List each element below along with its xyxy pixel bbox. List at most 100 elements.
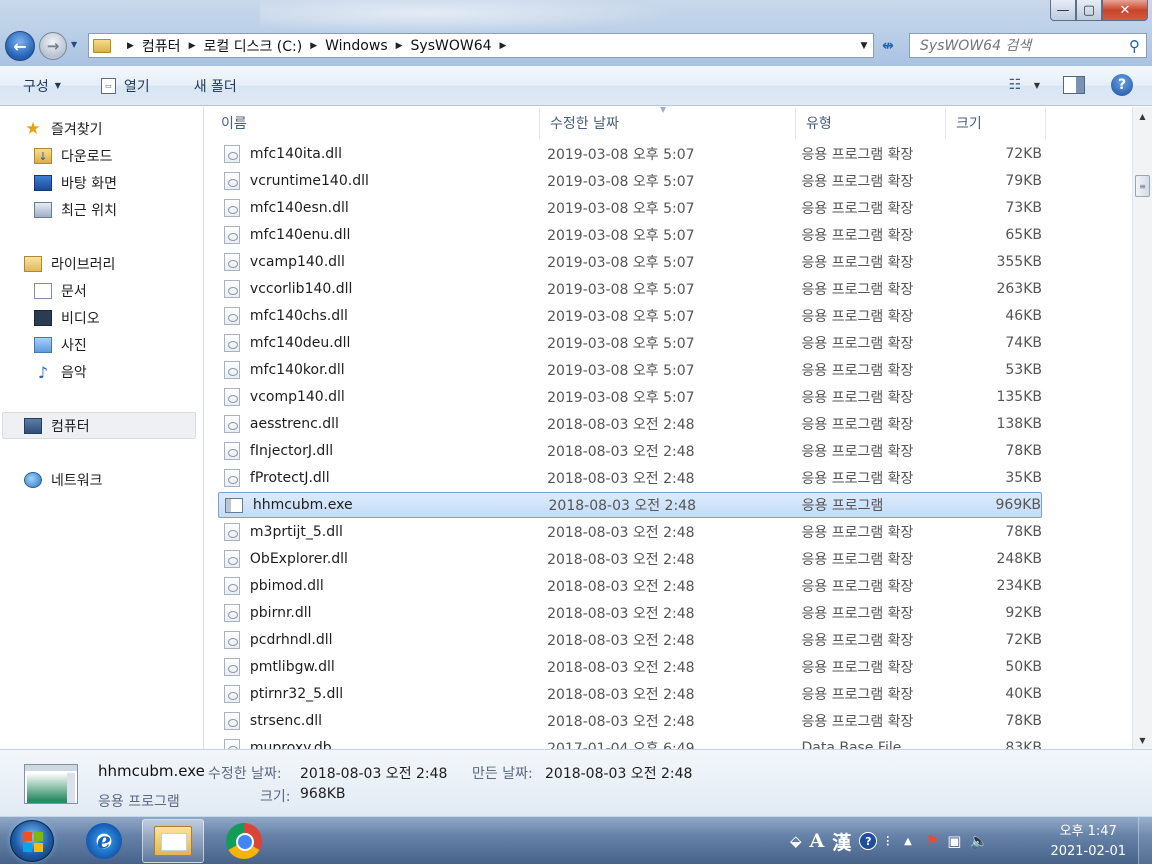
open-button[interactable]: ▭ 열기 [91, 73, 160, 99]
file-row[interactable]: vcamp140.dll 2019-03-08 오후 5:07 응용 프로그램 확장… [218, 249, 1042, 275]
hanja-icon[interactable]: 漢 [832, 828, 851, 855]
file-date: 2018-08-03 오전 2:48 [548, 498, 696, 514]
file-row[interactable]: mfc140ita.dll 2019-03-08 오후 5:07 응용 프로그램 확… [218, 141, 1042, 167]
file-row[interactable]: pmtlibgw.dll 2018-08-03 오전 2:48 응용 프로그램 확장… [218, 654, 1042, 680]
search-icon[interactable]: ⚲ [1129, 37, 1140, 55]
minimize-button[interactable]: — [1050, 0, 1076, 21]
file-row[interactable]: fProtectJ.dll 2018-08-03 오전 2:48 응용 프로그램 확… [218, 465, 1042, 491]
nav-computer[interactable]: 컴퓨터 [2, 412, 196, 439]
scroll-up-button[interactable]: ▲ [1133, 107, 1152, 125]
nav-pictures[interactable]: 사진 [34, 333, 87, 357]
refresh-icon[interactable]: ↮ [876, 34, 900, 57]
address-bar[interactable]: ▶ 컴퓨터 ▶ 로컬 디스크 (C:) ▶ Windows ▶ SysWOW64… [88, 33, 874, 58]
clock[interactable]: 오후 1:47 2021-02-01 [1050, 822, 1126, 862]
volume-icon[interactable]: 🔈 [969, 832, 988, 850]
ime-options-icon[interactable]: ⁝ [885, 832, 890, 850]
application-icon [225, 497, 243, 513]
file-type: 응용 프로그램 확장 [801, 660, 914, 676]
show-hidden-icons-button[interactable]: ▲ [904, 836, 912, 847]
preview-pane-icon[interactable] [1063, 76, 1085, 94]
maximize-button[interactable]: ▢ [1076, 0, 1102, 21]
breadcrumb-computer[interactable]: 컴퓨터 [142, 36, 181, 56]
ime-help-icon[interactable]: ? [859, 832, 878, 850]
dll-file-icon [224, 442, 240, 460]
nav-libraries[interactable]: 라이브러리 [24, 252, 115, 276]
file-row[interactable]: ptirnr32_5.dll 2018-08-03 오전 2:48 응용 프로그램 … [218, 681, 1042, 707]
file-row[interactable]: pbimod.dll 2018-08-03 오전 2:48 응용 프로그램 확장 23… [218, 573, 1042, 599]
breadcrumb-separator[interactable]: ▶ [127, 41, 134, 51]
network-status-icon[interactable]: ▣ [947, 832, 961, 850]
nav-recent-places[interactable]: 최근 위치 [34, 198, 117, 222]
help-icon[interactable]: ? [1111, 74, 1133, 96]
language-bar-icon[interactable]: ⬙ [790, 832, 802, 850]
column-header-date[interactable]: ▼ 수정한 날짜 [540, 107, 796, 139]
input-mode-icon[interactable]: A [810, 830, 825, 852]
address-dropdown-icon[interactable]: ▼ [855, 41, 873, 51]
column-header-name[interactable]: 이름 [205, 107, 540, 139]
vertical-scrollbar[interactable]: ▲ ≡ ▼ [1132, 107, 1152, 749]
file-row[interactable]: hhmcubm.exe 2018-08-03 오전 2:48 응용 프로그램 969K… [218, 492, 1042, 518]
organize-button[interactable]: 구성 ▼ [13, 73, 71, 99]
taskbar-internet-explorer[interactable]: e [73, 819, 135, 863]
view-dropdown-icon[interactable]: ▼ [1027, 81, 1047, 90]
open-icon: ▭ [100, 77, 116, 94]
scroll-down-button[interactable]: ▼ [1133, 731, 1152, 749]
breadcrumb-separator[interactable]: ▶ [500, 41, 507, 51]
new-folder-button[interactable]: 새 폴더 [184, 73, 247, 99]
file-type: 응용 프로그램 확장 [801, 417, 914, 433]
breadcrumb-windows[interactable]: Windows [325, 38, 388, 54]
scroll-thumb[interactable]: ≡ [1135, 175, 1150, 197]
taskbar: e ⬙ A 漢 ? ⁝ ▲ ⚑ ▣ 🔈 오후 1:47 2021-02-01 [0, 816, 1152, 864]
breadcrumb-separator[interactable]: ▶ [310, 41, 317, 51]
file-row[interactable]: aesstrenc.dll 2018-08-03 오전 2:48 응용 프로그램 확… [218, 411, 1042, 437]
file-date: 2019-03-08 오후 5:07 [547, 363, 695, 379]
file-row[interactable]: ObExplorer.dll 2018-08-03 오전 2:48 응용 프로그램 … [218, 546, 1042, 572]
nav-favorites[interactable]: ★ 즐겨찾기 [24, 117, 102, 141]
file-row[interactable]: mfc140chs.dll 2019-03-08 오후 5:07 응용 프로그램 확… [218, 303, 1042, 329]
start-button[interactable] [10, 820, 54, 862]
file-row[interactable]: fInjectorJ.dll 2018-08-03 오전 2:48 응용 프로그램 … [218, 438, 1042, 464]
view-options-icon[interactable]: ☷ [1003, 73, 1027, 97]
details-modified-label: 수정한 날짜: [208, 766, 282, 782]
file-row[interactable]: m3prtijt_5.dll 2018-08-03 오전 2:48 응용 프로그램 … [218, 519, 1042, 545]
file-row[interactable]: mfc140esn.dll 2019-03-08 오후 5:07 응용 프로그램 확… [218, 195, 1042, 221]
breadcrumb-separator[interactable]: ▶ [189, 41, 196, 51]
column-header-size[interactable]: 크기 [946, 107, 1046, 139]
forward-button[interactable]: → [39, 32, 67, 60]
taskbar-windows-explorer[interactable] [142, 819, 204, 863]
dll-file-icon [224, 415, 240, 433]
file-date: 2019-03-08 오후 5:07 [547, 201, 695, 217]
file-row[interactable]: mfc140kor.dll 2019-03-08 오후 5:07 응용 프로그램 확… [218, 357, 1042, 383]
file-row[interactable]: mfc140enu.dll 2019-03-08 오후 5:07 응용 프로그램 확… [218, 222, 1042, 248]
back-button[interactable]: ← [5, 31, 35, 61]
close-button[interactable]: ✕ [1102, 0, 1148, 21]
breadcrumb-separator[interactable]: ▶ [396, 41, 403, 51]
breadcrumb-local-disk[interactable]: 로컬 디스크 (C:) [203, 36, 302, 56]
file-name: mfc140deu.dll [249, 335, 351, 351]
nav-documents[interactable]: 문서 [34, 279, 87, 303]
nav-network[interactable]: 네트워크 [24, 468, 103, 492]
file-row[interactable]: pcdrhndl.dll 2018-08-03 오전 2:48 응용 프로그램 확장… [218, 627, 1042, 653]
file-row[interactable]: strsenc.dll 2018-08-03 오전 2:48 응용 프로그램 확장 7… [218, 708, 1042, 734]
taskbar-chrome[interactable] [213, 819, 275, 863]
column-header-type[interactable]: 유형 [796, 107, 946, 139]
nav-music[interactable]: ♪ 음악 [34, 360, 87, 384]
action-center-flag-icon[interactable]: ⚑ [926, 832, 939, 850]
nav-videos[interactable]: 비디오 [34, 306, 100, 330]
breadcrumb-syswow64[interactable]: SysWOW64 [411, 38, 492, 54]
file-row[interactable]: vccorlib140.dll 2019-03-08 오후 5:07 응용 프로그램… [218, 276, 1042, 302]
nav-downloads[interactable]: ↓ 다운로드 [34, 144, 113, 168]
file-name: mfc140esn.dll [249, 200, 349, 216]
search-box[interactable]: ⚲ [909, 33, 1147, 58]
file-row[interactable]: muproxy.db 2017-01-04 오후 6:49 Data Base Fi… [218, 735, 1042, 749]
file-row[interactable]: vcomp140.dll 2019-03-08 오후 5:07 응용 프로그램 확장… [218, 384, 1042, 410]
nav-desktop[interactable]: 바탕 화면 [34, 171, 117, 195]
file-size: 79KB [1005, 173, 1042, 189]
show-desktop-button[interactable] [1138, 817, 1152, 864]
file-row[interactable]: pbirnr.dll 2018-08-03 오전 2:48 응용 프로그램 확장 92… [218, 600, 1042, 626]
search-input[interactable] [920, 37, 1110, 54]
file-row[interactable]: vcruntime140.dll 2019-03-08 오후 5:07 응용 프로그… [218, 168, 1042, 194]
clock-date: 2021-02-01 [1050, 844, 1126, 859]
file-row[interactable]: mfc140deu.dll 2019-03-08 오후 5:07 응용 프로그램 확… [218, 330, 1042, 356]
recent-pages-dropdown[interactable]: ▼ [71, 40, 77, 49]
